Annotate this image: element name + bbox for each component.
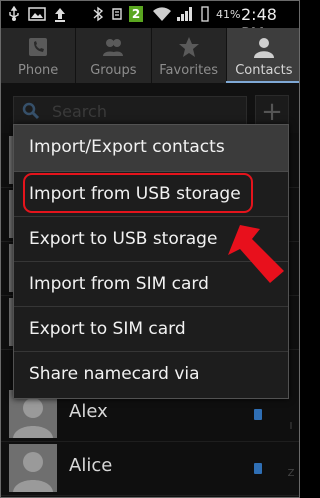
status-bar: 2 41% 2:48 PM xyxy=(1,1,299,43)
phone-screen: 2 41% 2:48 PM Phone Groups Favorites Co xyxy=(0,0,300,498)
search-input[interactable]: Search xyxy=(13,96,247,126)
highlight-box xyxy=(23,173,253,213)
tab-groups[interactable]: Groups xyxy=(76,28,152,83)
sync-icon xyxy=(109,5,125,23)
search-icon xyxy=(22,102,40,120)
menu-item-export-sim[interactable]: Export to SIM card xyxy=(14,307,288,352)
menu-item-share-namecard[interactable]: Share namecard via xyxy=(14,352,288,397)
tab-favorites[interactable]: Favorites xyxy=(152,28,227,83)
bluetooth-icon xyxy=(91,5,105,23)
sim-icon xyxy=(254,409,262,420)
avatar xyxy=(9,444,57,492)
gallery-icon xyxy=(27,5,47,23)
signal-icon xyxy=(175,5,195,23)
pointer-arrow-icon xyxy=(228,225,284,283)
contact-name: Alex xyxy=(69,401,108,422)
usb-icon xyxy=(5,5,23,23)
upload-icon xyxy=(51,5,69,23)
tab-phone[interactable]: Phone xyxy=(1,28,77,83)
index-letter[interactable]: I xyxy=(283,421,299,432)
vibrate-icon xyxy=(197,5,213,23)
list-item[interactable]: Alice xyxy=(1,441,299,496)
person-icon xyxy=(253,38,274,58)
battery-percent: 41% xyxy=(216,8,241,21)
wifi-icon xyxy=(151,5,173,23)
notification-2-icon: 2 xyxy=(129,6,143,22)
star-icon xyxy=(178,37,199,57)
dialog-title: Import/Export contacts xyxy=(14,125,288,172)
person-silhouette-icon xyxy=(13,452,53,492)
sim-icon xyxy=(254,463,262,474)
contact-name: Alice xyxy=(69,455,113,476)
tab-bar: Phone Groups Favorites Contacts xyxy=(1,28,299,83)
groups-icon xyxy=(103,39,124,56)
tab-contacts[interactable]: Contacts xyxy=(226,28,299,83)
index-letter[interactable]: Z xyxy=(283,468,299,479)
phone-icon xyxy=(29,38,48,56)
